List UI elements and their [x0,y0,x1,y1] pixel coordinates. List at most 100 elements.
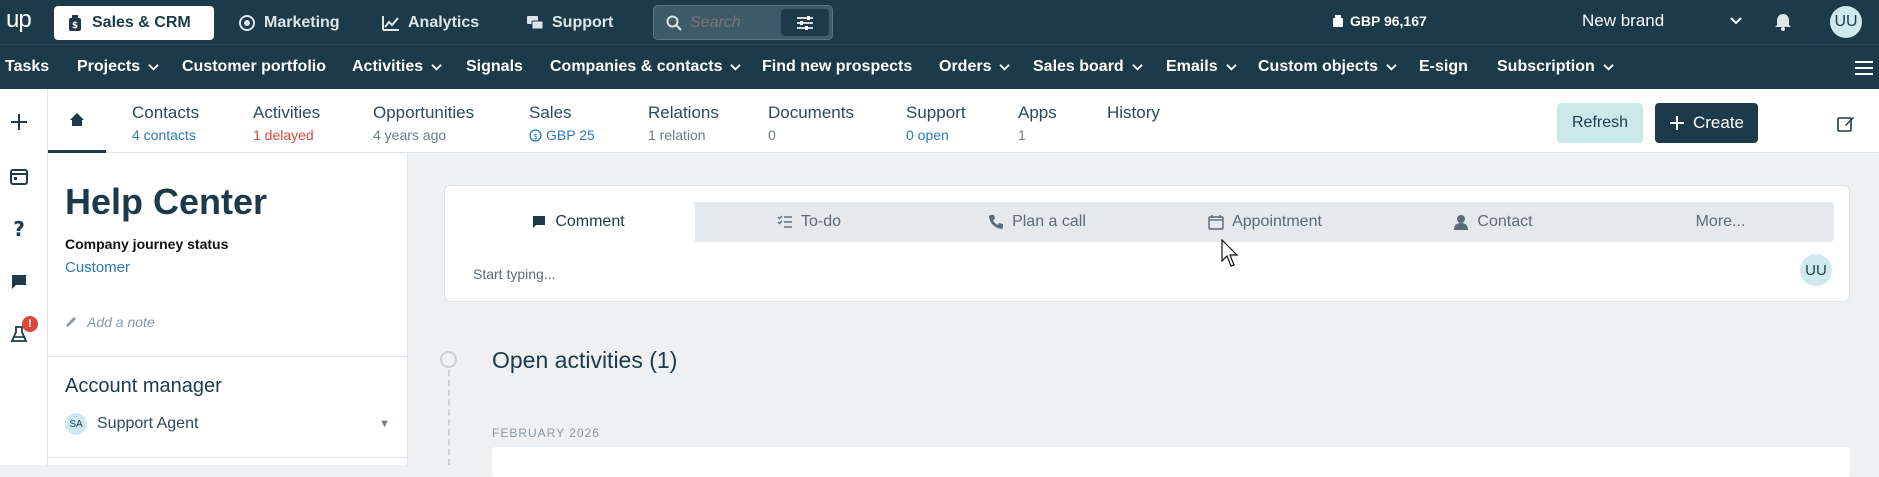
menu-projects[interactable]: Projects [77,58,159,76]
menu-label: Tasks [5,58,50,75]
target-icon [239,15,255,31]
account-balance[interactable]: GBP 96,167 [1332,13,1427,29]
rail-help[interactable]: ? [8,218,30,240]
tab-label: History [1107,103,1160,122]
menu-tasks[interactable]: Tasks [5,58,49,76]
app-logo[interactable]: up [6,6,32,34]
dollar-bag-icon: $ [69,15,81,31]
activity-composer: Comment To-do Plan a call Appointment Co… [444,185,1850,302]
tab-sub: 4 contacts [132,127,196,143]
menu-activities[interactable]: Activities [352,58,442,76]
activity-card[interactable] [492,447,1850,477]
rail-chat[interactable] [8,271,30,293]
nav-label: Analytics [408,14,480,31]
account-manager-title: Account manager [65,375,222,397]
composer-input[interactable]: Start typing... [473,266,555,282]
composer-tab-todo[interactable]: To-do [695,202,923,242]
chevron-down-icon [730,63,742,71]
tab-relations[interactable]: Relations 1 relation [648,103,719,143]
menu-emails[interactable]: Emails [1166,58,1237,76]
menu-custom-objects[interactable]: Custom objects [1258,58,1397,76]
nav-support[interactable]: Support [514,6,625,40]
mouse-cursor-icon [1221,239,1239,267]
hamburger-menu-icon[interactable] [1855,60,1873,76]
menu-label: Find new prospects [762,58,913,75]
nav-sales-crm[interactable]: $ Sales & CRM [54,6,214,40]
menu-companies-contacts[interactable]: Companies & contacts [550,58,742,76]
nav-analytics[interactable]: Analytics [370,6,491,40]
menu-label: Orders [939,58,992,75]
brand-name: New brand [1582,11,1665,30]
caret-down-icon: ▼ [379,418,390,430]
calendar-icon [10,169,28,185]
menu-label: Custom objects [1258,58,1379,75]
top-bar: up $ Sales & CRM Marketing Analytics Sup… [0,0,1879,44]
create-button[interactable]: Create [1655,103,1758,143]
tab-label: Contacts [132,103,200,122]
avatar: SA [65,413,87,435]
menu-subscription[interactable]: Subscription [1497,58,1614,76]
plus-icon [1669,116,1684,130]
composer-tab-contact[interactable]: Contact [1379,202,1607,242]
tab-label: More... [1695,213,1746,230]
menu-label: Activities [352,58,424,75]
menu-find-new-prospects[interactable]: Find new prospects [762,58,912,76]
menu-label: Subscription [1497,58,1595,75]
rail-calendar[interactable] [8,165,30,187]
search-icon [666,15,682,31]
composer-tab-appointment[interactable]: Appointment [1151,202,1379,242]
nav-marketing[interactable]: Marketing [226,6,352,40]
search-input[interactable] [690,13,790,32]
menu-e-sign[interactable]: E-sign [1419,58,1468,76]
tab-support[interactable]: Support 0 open [906,103,966,143]
chevron-down-icon [1603,63,1614,71]
menu-customer-portfolio[interactable]: Customer portfolio [182,58,326,76]
bell-icon[interactable] [1773,12,1793,32]
nav-label: Sales & CRM [92,14,191,31]
menu-orders[interactable]: Orders [939,58,1011,76]
svg-text:?: ? [13,219,25,239]
menu-signals[interactable]: Signals [466,58,523,76]
menu-label: Projects [77,58,141,75]
tab-contacts[interactable]: Contacts 4 contacts [132,103,199,143]
search-filter-button[interactable] [781,9,829,36]
journey-status-value[interactable]: Customer [65,259,130,276]
user-avatar[interactable]: UU [1830,6,1862,38]
svg-text:$: $ [72,21,78,31]
tab-activities[interactable]: Activities 1 delayed [253,103,320,143]
chart-line-icon [382,16,399,31]
company-name: Help Center [65,181,268,222]
divider [48,457,408,458]
edit-icon[interactable] [1837,115,1855,133]
tab-label: Documents [768,103,854,122]
composer-tab-comment[interactable]: Comment [461,202,695,242]
menu-label: Companies & contacts [550,58,723,75]
tab-sub: 1 [1018,127,1026,143]
menu-label: Sales board [1033,58,1124,75]
tab-opportunities[interactable]: Opportunities 4 years ago [373,103,474,143]
company-subnav: Contacts 4 contacts Activities 1 delayed O… [48,89,1879,153]
tab-history[interactable]: History [1107,103,1160,123]
calendar-icon [1208,215,1224,230]
global-search[interactable] [653,5,833,40]
timeline-line [448,370,450,465]
chevron-down-icon [999,63,1011,71]
tab-label: Comment [555,213,625,230]
chat-icon [12,275,26,289]
refresh-button[interactable]: Refresh [1557,103,1643,143]
tab-sales[interactable]: Sales $ GBP 25 [529,103,595,143]
add-note[interactable]: Add a note [65,314,155,330]
account-manager-select[interactable]: SA Support Agent ▼ [65,411,390,437]
tab-label: Contact [1477,213,1533,230]
company-details-panel: Help Center Company journey status Custo… [48,153,408,465]
tab-home[interactable] [48,89,106,153]
brand-selector[interactable]: New brand [1582,11,1742,31]
composer-tab-more[interactable]: More... [1607,202,1834,242]
tab-label: Sales [529,103,572,122]
left-icon-rail: ? ! [0,89,48,465]
rail-add[interactable] [8,111,30,133]
menu-sales-board[interactable]: Sales board [1033,58,1143,76]
composer-tab-plan-call[interactable]: Plan a call [923,202,1151,242]
tab-documents[interactable]: Documents 0 [768,103,854,143]
tab-apps[interactable]: Apps 1 [1018,103,1057,143]
